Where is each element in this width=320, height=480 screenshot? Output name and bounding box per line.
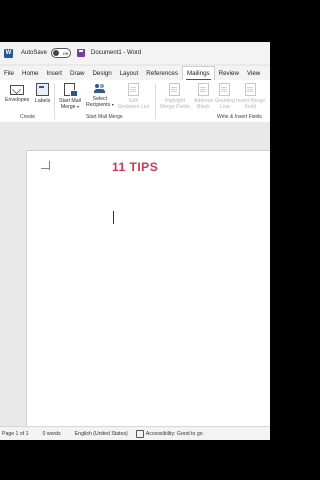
start-mail-merge-line2: Merge ▾	[61, 104, 79, 110]
ribbon-tabs: File Home Insert Draw Design Layout Refe…	[0, 65, 270, 81]
word-window: W AutoSave Off Document1 - Word File Hom…	[0, 42, 270, 440]
tab-view[interactable]: View	[243, 66, 264, 80]
insert-field-icon	[245, 83, 257, 96]
tab-insert[interactable]: Insert	[43, 66, 66, 80]
labels-button[interactable]: Labels	[35, 83, 50, 104]
envelope-icon	[10, 85, 25, 95]
autosave-state: Off	[62, 50, 69, 56]
chevron-down-icon: ▾	[77, 104, 80, 109]
tab-file[interactable]: File	[0, 66, 18, 80]
video-caption: 11 TIPS	[112, 160, 159, 174]
mail-merge-icon	[64, 83, 79, 97]
word-count[interactable]: 0 words	[43, 431, 61, 437]
labels-label: Labels	[35, 98, 51, 104]
margin-mark-vertical	[49, 161, 50, 170]
document-title: Document1 - Word	[91, 50, 142, 56]
autosave-label: AutoSave	[21, 50, 48, 56]
group-label-write-insert: Write & Insert Fields	[217, 114, 262, 120]
accessibility-text: Accessibility: Good to go	[145, 431, 203, 437]
group-label-start-mail-merge: Start Mail Merge	[86, 114, 123, 120]
ribbon-mailings: Envelopes Labels Create Start Mail Merge…	[0, 80, 270, 123]
ribbon-separator	[155, 83, 156, 119]
address-block-button[interactable]: Address Block	[194, 83, 213, 110]
tab-mailings[interactable]: Mailings	[181, 65, 215, 81]
greeting-line-button[interactable]: Greeting Line	[215, 83, 235, 110]
document-page[interactable]	[26, 150, 270, 431]
word-logo-icon: W	[4, 48, 13, 58]
address-block-icon	[198, 83, 210, 96]
group-label-create: Create	[20, 114, 36, 120]
language-indicator[interactable]: English (United States)	[75, 431, 128, 437]
select-recipients-line2: Recipients ▾	[86, 102, 114, 108]
select-recipients-line2-text: Recipients	[86, 102, 111, 108]
tab-layout[interactable]: Layout	[116, 66, 143, 80]
toggle-knob	[53, 50, 60, 56]
tab-draw[interactable]: Draw	[66, 66, 88, 80]
accessibility-icon	[135, 430, 144, 438]
tab-design[interactable]: Design	[88, 66, 115, 80]
highlight-merge-fields-button[interactable]: Highlight Merge Fields	[160, 83, 190, 110]
edit-recipient-list-button[interactable]: Edit Recipient List	[118, 83, 149, 110]
start-mail-merge-line2-text: Merge	[60, 104, 76, 110]
margin-marks	[41, 161, 51, 177]
highlight-line2: Merge Fields	[160, 104, 190, 110]
accessibility-status[interactable]: Accessibility: Good to go	[135, 430, 203, 438]
tab-home[interactable]: Home	[18, 66, 43, 80]
envelopes-button[interactable]: Envelopes	[5, 83, 29, 103]
insert-merge-field-button[interactable]: Insert Merge Field	[236, 83, 265, 110]
tab-review[interactable]: Review	[215, 66, 243, 80]
title-bar: W AutoSave Off Document1 - Word	[0, 42, 270, 64]
address-line2: Block	[197, 104, 210, 110]
text-cursor	[113, 211, 114, 224]
greeting-line2: Line	[220, 104, 230, 110]
tab-references[interactable]: References	[142, 66, 182, 80]
start-mail-merge-button[interactable]: Start Mail Merge ▾	[59, 83, 81, 110]
page-count[interactable]: Page 1 of 1	[2, 431, 29, 437]
edit-list-icon	[128, 83, 140, 96]
autosave-toggle[interactable]: Off	[51, 48, 72, 58]
save-icon[interactable]	[77, 49, 86, 57]
insert-line2: Field	[244, 104, 257, 110]
label-icon	[36, 83, 50, 96]
greeting-line-icon	[219, 83, 231, 96]
envelopes-label: Envelopes	[5, 97, 30, 103]
highlight-icon	[169, 83, 181, 96]
edit-recipient-line2: Recipient List	[118, 104, 150, 110]
ribbon-separator	[54, 83, 55, 119]
status-bar: Page 1 of 1 0 words English (United Stat…	[0, 426, 270, 440]
recipients-icon	[93, 83, 106, 94]
chevron-down-icon: ▾	[111, 102, 114, 107]
select-recipients-button[interactable]: Select Recipients ▾	[86, 83, 114, 108]
